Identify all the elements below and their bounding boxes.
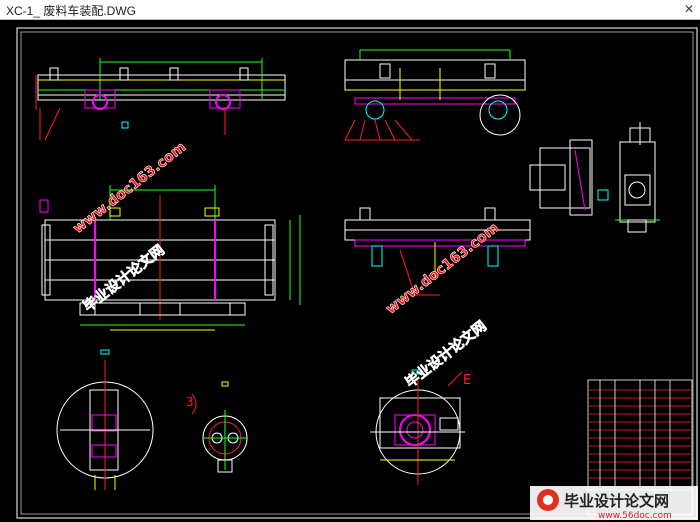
watermark-group-1: 毕业设计论文网 www.doc163.com (70, 139, 189, 316)
logo-name: 毕业设计论文网 (564, 492, 669, 510)
gearbox-detail (529, 122, 660, 233)
plan-view (39, 185, 301, 331)
watermark-site-2: www.doc163.com (383, 220, 502, 318)
watermark-name-2: 毕业设计论文网 (402, 317, 490, 391)
detail-circle-e: E (370, 369, 471, 485)
window-title: XC-1_ 废料车装配.DWG (6, 4, 137, 18)
window-titlebar: XC-1_ 废料车装配.DWG ✕ (0, 0, 700, 20)
side-view-top (344, 49, 526, 141)
cad-drawing: 3 E 毕业设计论文网 www.doc163.com 毕业设计论文网 www.d… (16, 27, 698, 521)
detail-section-3: 3 (186, 381, 248, 473)
close-icon[interactable]: ✕ (684, 2, 694, 16)
logo-watermark: 毕业设计论文网 www.56doc.com (530, 486, 698, 521)
detail-circle-left (56, 349, 154, 490)
logo-url: www.56doc.com (598, 511, 672, 521)
drawing-canvas[interactable]: 3 E 毕业设计论文网 www.doc163.com 毕业设计论文网 www.d… (0, 20, 700, 522)
label-e: E (463, 373, 471, 388)
label-3: 3 (186, 395, 194, 409)
watermark-name: 毕业设计论文网 (80, 241, 168, 315)
front-view (35, 58, 286, 141)
watermark-site: www.doc163.com (70, 139, 189, 237)
